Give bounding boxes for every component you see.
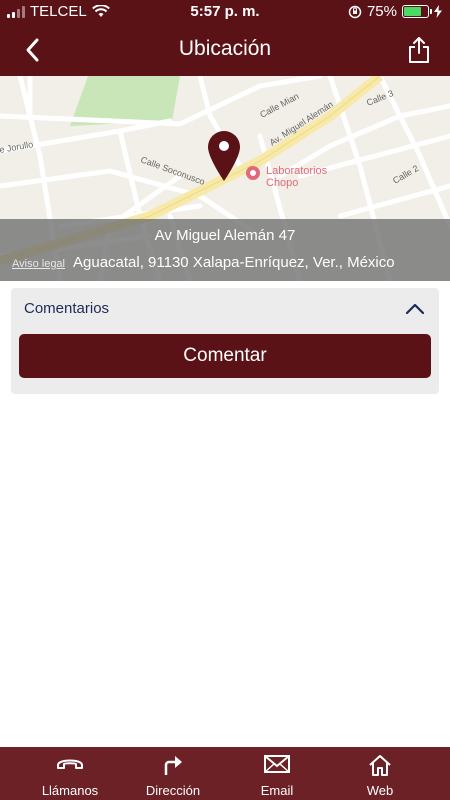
tab-bar: Llámanos Dirección Email Web [0, 747, 450, 800]
share-button[interactable] [406, 36, 432, 64]
location-pin-icon [206, 130, 242, 187]
nav-bar: Ubicación [0, 24, 450, 76]
page-title: Ubicación [178, 37, 272, 60]
tab-email[interactable]: Email [240, 747, 314, 800]
poi-label: Laboratorios [266, 165, 328, 177]
battery-percent: 75% [366, 3, 397, 20]
map-view[interactable]: Calle Mian Av. Miguel Alemán Calle 3 e J… [0, 76, 450, 281]
street-label-jorullo: e Jorullo [0, 139, 34, 155]
tab-directions[interactable]: Dirección [130, 747, 216, 800]
chevron-up-icon [405, 303, 425, 315]
tab-web[interactable]: Web [345, 747, 415, 800]
tab-call-label: Llámanos [41, 783, 99, 798]
collapse-button[interactable] [405, 302, 425, 320]
street-label-calle3: Calle 3 [365, 88, 395, 108]
comments-header[interactable]: Comentarios [24, 300, 109, 317]
tab-web-label: Web [366, 783, 394, 798]
home-icon [369, 755, 391, 776]
status-bar: TELCEL 5:57 p. m. 75% [0, 0, 450, 24]
svg-text:Chopo: Chopo [266, 177, 298, 189]
direction-arrow-icon [164, 756, 182, 775]
share-icon [409, 37, 429, 63]
comments-panel: Comentarios Comentar [11, 288, 439, 394]
tab-email-label: Email [260, 783, 294, 798]
battery-icon [402, 5, 432, 18]
address-overlay: Av Miguel Alemán 47 Aviso legal Aguacata… [0, 219, 450, 281]
address-line2: Aguacatal, 91130 Xalapa-Enríquez, Ver., … [73, 254, 395, 271]
charging-bolt-icon [434, 5, 442, 18]
envelope-icon [264, 755, 290, 773]
status-right: 75% [348, 3, 442, 20]
legal-link[interactable]: Aviso legal [12, 258, 65, 270]
address-line1: Av Miguel Alemán 47 [154, 227, 296, 244]
street-label-mian: Calle Mian [258, 91, 300, 120]
tab-directions-label: Dirección [145, 783, 201, 798]
orientation-lock-icon [348, 5, 362, 18]
phone-icon [57, 759, 83, 769]
comment-button[interactable]: Comentar [19, 334, 431, 378]
street-label-calle2: Calle 2 [391, 163, 420, 186]
tab-call[interactable]: Llámanos [28, 747, 112, 800]
